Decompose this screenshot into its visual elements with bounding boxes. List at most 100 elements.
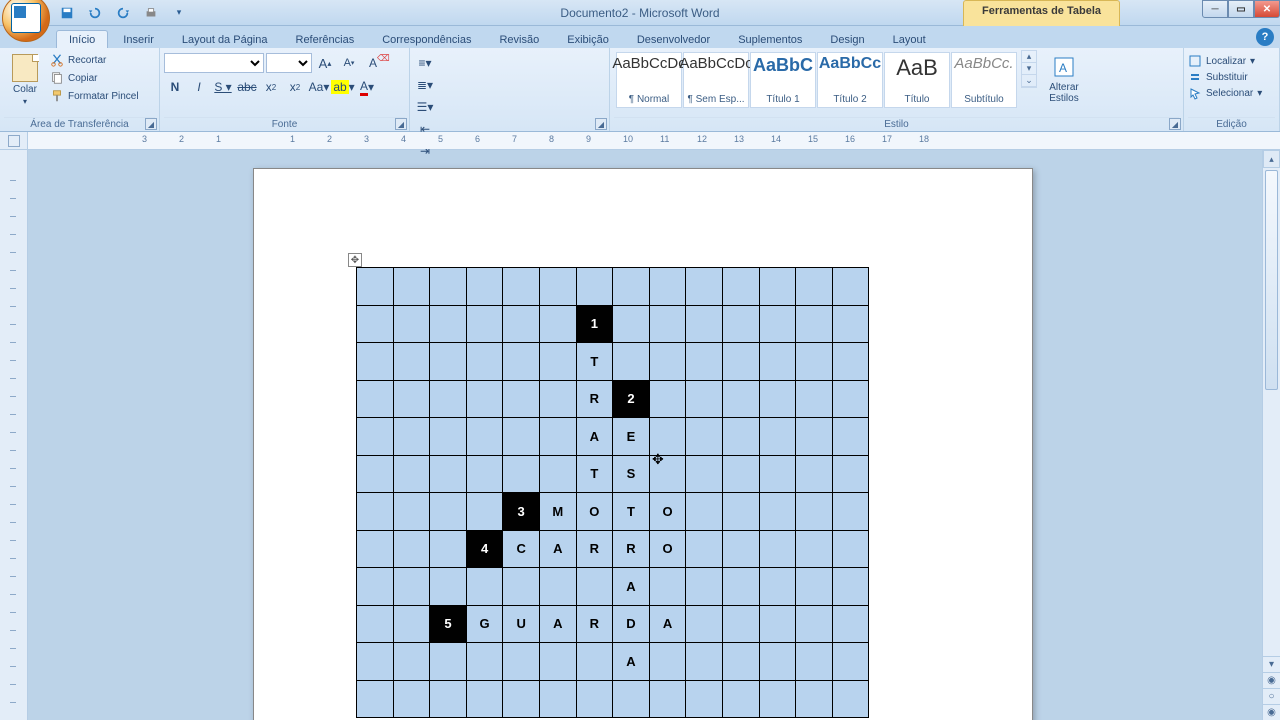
cell-10-2[interactable]	[430, 643, 467, 681]
strikethrough-button[interactable]: abc	[236, 76, 258, 98]
cell-2-10[interactable]	[722, 343, 759, 381]
cell-4-9[interactable]	[686, 418, 723, 456]
cell-9-10[interactable]	[722, 605, 759, 643]
cell-11-4[interactable]	[503, 680, 540, 718]
cell-6-11[interactable]	[759, 493, 796, 531]
tab-suplementos[interactable]: Suplementos	[725, 30, 815, 48]
cell-6-8[interactable]: O	[649, 493, 686, 531]
replace-button[interactable]: Substituir	[1188, 70, 1262, 84]
cell-4-0[interactable]	[357, 418, 394, 456]
cell-1-5[interactable]	[539, 305, 576, 343]
cell-11-8[interactable]	[649, 680, 686, 718]
cell-7-7[interactable]: R	[613, 530, 650, 568]
next-page-button[interactable]: ◉	[1263, 704, 1280, 720]
style-t-tulo-1[interactable]: AaBbCTítulo 1	[750, 52, 816, 108]
cell-2-0[interactable]	[357, 343, 394, 381]
browse-object-button[interactable]: ○	[1263, 688, 1280, 704]
style--sem-esp-[interactable]: AaBbCcDc¶ Sem Esp...	[683, 52, 749, 108]
cell-7-11[interactable]	[759, 530, 796, 568]
cell-1-8[interactable]	[649, 305, 686, 343]
style-subt-tulo[interactable]: AaBbCc.Subtítulo	[951, 52, 1017, 108]
cell-11-11[interactable]	[759, 680, 796, 718]
cell-8-1[interactable]	[393, 568, 430, 606]
copy-button[interactable]: Copiar	[48, 70, 141, 86]
subscript-button[interactable]: x2	[260, 76, 282, 98]
cell-3-9[interactable]	[686, 380, 723, 418]
format-painter-button[interactable]: Formatar Pincel	[48, 88, 141, 104]
cell-9-4[interactable]: U	[503, 605, 540, 643]
cell-1-9[interactable]	[686, 305, 723, 343]
cell-10-1[interactable]	[393, 643, 430, 681]
cell-0-9[interactable]	[686, 268, 723, 306]
cell-4-8[interactable]	[649, 418, 686, 456]
find-button[interactable]: Localizar ▾	[1188, 54, 1262, 68]
cell-0-8[interactable]	[649, 268, 686, 306]
cell-10-10[interactable]	[722, 643, 759, 681]
window-minimize-button[interactable]: ─	[1202, 0, 1228, 18]
cell-4-13[interactable]	[832, 418, 869, 456]
cell-5-7[interactable]: S	[613, 455, 650, 493]
cell-6-10[interactable]	[722, 493, 759, 531]
tab-referências[interactable]: Referências	[283, 30, 368, 48]
cell-11-13[interactable]	[832, 680, 869, 718]
cell-2-2[interactable]	[430, 343, 467, 381]
cell-9-5[interactable]: A	[539, 605, 576, 643]
cell-3-12[interactable]	[796, 380, 833, 418]
cell-7-12[interactable]	[796, 530, 833, 568]
cell-0-6[interactable]	[576, 268, 613, 306]
gallery-up-button[interactable]: ▴	[1022, 51, 1036, 63]
cell-9-9[interactable]	[686, 605, 723, 643]
cell-2-8[interactable]	[649, 343, 686, 381]
tab-exibição[interactable]: Exibição	[554, 30, 622, 48]
help-button[interactable]: ?	[1256, 28, 1274, 46]
cell-1-7[interactable]	[613, 305, 650, 343]
cell-4-11[interactable]	[759, 418, 796, 456]
change-styles-button[interactable]: A Alterar Estilos	[1039, 50, 1089, 104]
cell-0-5[interactable]	[539, 268, 576, 306]
cell-6-1[interactable]	[393, 493, 430, 531]
scroll-thumb[interactable]	[1265, 170, 1278, 390]
cell-4-2[interactable]	[430, 418, 467, 456]
cell-4-7[interactable]: E	[613, 418, 650, 456]
tab-início[interactable]: Início	[56, 30, 108, 48]
cell-3-4[interactable]	[503, 380, 540, 418]
cell-3-2[interactable]	[430, 380, 467, 418]
cell-2-12[interactable]	[796, 343, 833, 381]
cell-8-12[interactable]	[796, 568, 833, 606]
cell-8-3[interactable]	[466, 568, 503, 606]
font-family-select[interactable]	[164, 53, 264, 73]
cell-11-9[interactable]	[686, 680, 723, 718]
tab-design[interactable]: Design	[817, 30, 877, 48]
qat-print-icon[interactable]	[142, 4, 160, 22]
cell-8-11[interactable]	[759, 568, 796, 606]
cell-2-1[interactable]	[393, 343, 430, 381]
cell-3-11[interactable]	[759, 380, 796, 418]
cell-2-6[interactable]: T	[576, 343, 613, 381]
cell-2-7[interactable]	[613, 343, 650, 381]
cell-3-5[interactable]	[539, 380, 576, 418]
style-t-tulo[interactable]: AaBTítulo	[884, 52, 950, 108]
cell-11-5[interactable]	[539, 680, 576, 718]
cell-0-11[interactable]	[759, 268, 796, 306]
cell-0-3[interactable]	[466, 268, 503, 306]
cell-9-11[interactable]	[759, 605, 796, 643]
cell-2-9[interactable]	[686, 343, 723, 381]
cell-5-12[interactable]	[796, 455, 833, 493]
cell-0-13[interactable]	[832, 268, 869, 306]
cell-7-10[interactable]	[722, 530, 759, 568]
shrink-font-button[interactable]: A▾	[338, 52, 360, 74]
cell-0-1[interactable]	[393, 268, 430, 306]
cell-5-0[interactable]	[357, 455, 394, 493]
cell-3-1[interactable]	[393, 380, 430, 418]
cell-10-6[interactable]	[576, 643, 613, 681]
cell-2-4[interactable]	[503, 343, 540, 381]
qat-undo-icon[interactable]	[86, 4, 104, 22]
cell-4-3[interactable]	[466, 418, 503, 456]
cell-4-5[interactable]	[539, 418, 576, 456]
cell-6-12[interactable]	[796, 493, 833, 531]
cell-0-12[interactable]	[796, 268, 833, 306]
cell-10-13[interactable]	[832, 643, 869, 681]
superscript-button[interactable]: x2	[284, 76, 306, 98]
cell-5-4[interactable]	[503, 455, 540, 493]
cell-7-9[interactable]	[686, 530, 723, 568]
